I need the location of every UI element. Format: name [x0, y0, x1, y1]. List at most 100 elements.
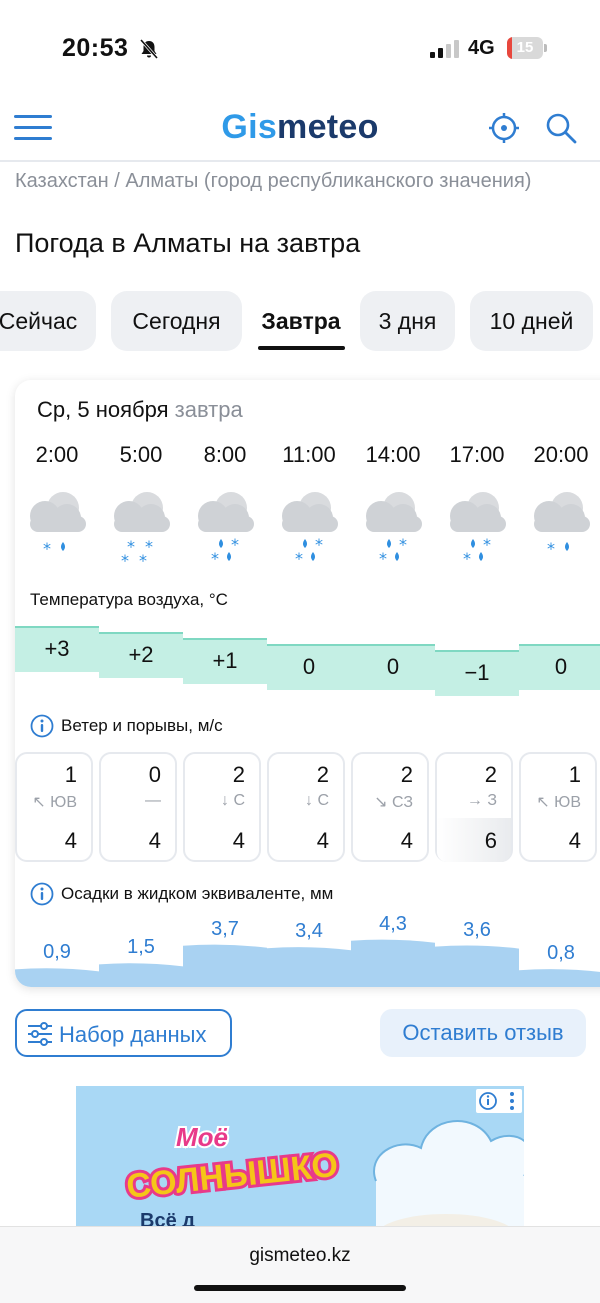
precipitation-value: 0,9: [43, 941, 71, 964]
ad-brand-line1: Моё: [176, 1122, 228, 1152]
active-tab-underline: [258, 346, 345, 350]
wind-direction: ↓ С: [305, 792, 329, 809]
precipitation-value: 4,3: [379, 912, 407, 935]
time-label: 8:00: [203, 442, 247, 467]
precipitation-step: [15, 968, 99, 987]
svg-text:*: *: [121, 551, 129, 570]
wind-cell: 2 → З 6: [435, 752, 513, 862]
cloud-snow-rain-icon: **: [366, 492, 422, 568]
locate-icon[interactable]: [488, 112, 520, 144]
ad-brand-line2: СОЛНЫШКО: [125, 1146, 340, 1206]
svg-text:*: *: [379, 549, 387, 568]
svg-text:*: *: [547, 539, 555, 558]
temperature-value: 0: [302, 654, 316, 679]
temperature-value: 0: [386, 654, 400, 679]
time-row: 2:00 5:00 8:00 11:00 14:00 17:00 20:00: [15, 442, 600, 472]
ad-info-badge[interactable]: [476, 1089, 522, 1113]
svg-text:*: *: [315, 535, 323, 554]
wind-direction: —: [145, 792, 161, 809]
time-label: 11:00: [282, 442, 336, 467]
precipitation-value: 3,6: [463, 918, 491, 941]
forecast-date-text: Ср, 5 ноября: [37, 397, 169, 422]
precipitation-value: 0,8: [547, 942, 575, 965]
precipitation-step: [183, 944, 267, 987]
svg-text:*: *: [43, 539, 51, 558]
time-label: 2:00: [35, 442, 79, 467]
wind-direction: ↖ ЮВ: [32, 794, 77, 811]
cloud-snow-rain-icon: **: [282, 492, 338, 568]
battery-level: 15: [516, 39, 534, 56]
status-time: 20:53: [62, 34, 129, 62]
precipitation-value: 3,4: [295, 920, 323, 943]
tab-3-days[interactable]: 3 дня: [360, 291, 455, 351]
wind-speed: 2: [400, 762, 413, 787]
svg-text:*: *: [483, 535, 491, 554]
wind-direction: ↓ С: [221, 792, 245, 809]
tab-10-days[interactable]: 10 дней: [470, 291, 593, 351]
forecast-card: Ср, 5 ноября завтра 2:00 5:00 8:00 11:00…: [15, 380, 600, 987]
wind-speed: 2: [316, 762, 329, 787]
wind-speed: 0: [148, 762, 161, 787]
temperature-chart: +3 +2 +1 0 0 −1 0: [15, 618, 600, 698]
battery-icon: 15: [507, 37, 547, 59]
temperature-value: +1: [212, 648, 238, 673]
svg-text:*: *: [211, 549, 219, 568]
wind-gust: 4: [316, 828, 329, 853]
url-text[interactable]: gismeteo.kz: [0, 1245, 600, 1267]
precipitation-step: [99, 963, 183, 987]
period-tabs: Сейчас Сегодня Завтра 3 дня 10 дней: [0, 291, 600, 351]
data-set-button[interactable]: Набор данных: [15, 1009, 232, 1057]
wind-label: Ветер и порывы, м/с: [61, 716, 223, 735]
cloud-heavy-snow-icon: * ** *: [114, 492, 170, 570]
wind-cell: 1 ↖ ЮВ 4: [15, 752, 93, 862]
browser-url-bar[interactable]: gismeteo.kz: [0, 1226, 600, 1303]
tab-now[interactable]: Сейчас: [0, 291, 96, 351]
logo-part1: Gis: [221, 108, 278, 146]
site-header: Gismeteo: [0, 96, 600, 162]
wind-cell: 1 ↖ ЮВ 4: [519, 752, 597, 862]
bell-muted-icon: [139, 39, 159, 59]
temperature-value: −1: [464, 660, 490, 685]
ad-banner[interactable]: Моё СОЛНЫШКО Всё д: [76, 1086, 524, 1236]
svg-text:*: *: [139, 551, 147, 570]
time-label: 20:00: [533, 442, 589, 467]
feedback-button[interactable]: Оставить отзыв: [380, 1009, 586, 1057]
search-icon[interactable]: [544, 111, 578, 145]
precipitation-value: 3,7: [211, 917, 239, 940]
precipitation-step: [351, 939, 435, 987]
sliders-icon: [28, 1022, 52, 1046]
forecast-date-sub: завтра: [174, 397, 243, 422]
precipitation-step: [519, 969, 600, 987]
wind-cell: 0 — 4: [99, 752, 177, 862]
precipitation-value: 1,5: [127, 936, 155, 959]
temperature-value: 0: [554, 654, 568, 679]
wind-gust: 6: [484, 828, 497, 853]
wind-speed: 2: [232, 762, 245, 787]
data-set-label: Набор данных: [59, 1022, 207, 1047]
home-indicator[interactable]: [194, 1285, 406, 1291]
tab-today[interactable]: Сегодня: [111, 291, 242, 351]
signal-icon: [430, 40, 459, 58]
time-label: 5:00: [119, 442, 163, 467]
svg-text:*: *: [463, 549, 471, 568]
ad-choices-icon: [479, 1092, 514, 1110]
ad-brand-logo: Моё СОЛНЫШКО: [122, 1120, 343, 1206]
wind-direction: → З: [466, 792, 497, 809]
temperature-label: Температура воздуха, °C: [30, 590, 228, 609]
temperature-value: +2: [128, 642, 154, 667]
precipitation-chart: 0,9 1,5 3,7 3,4 4,3 3,6 0,8: [15, 900, 600, 987]
page-title: Погода в Алматы на завтра: [15, 228, 361, 258]
wind-speed: 1: [64, 762, 77, 787]
tab-tomorrow[interactable]: Завтра: [250, 291, 352, 351]
breadcrumb[interactable]: Казахстан / Алматы (город республиканско…: [15, 168, 575, 194]
time-label: 17:00: [449, 442, 505, 467]
wind-cell: 2 ↓ С 4: [183, 752, 261, 862]
info-icon[interactable]: [30, 714, 54, 738]
wind-gust: 4: [400, 828, 413, 853]
wind-speed: 2: [484, 762, 497, 787]
wind-direction: ↘ СЗ: [374, 794, 413, 811]
forecast-date: Ср, 5 ноября завтра: [37, 397, 243, 423]
svg-text:*: *: [399, 535, 407, 554]
temperature-value: +3: [44, 636, 70, 661]
cloud-snow-rain-icon: *: [534, 492, 590, 558]
